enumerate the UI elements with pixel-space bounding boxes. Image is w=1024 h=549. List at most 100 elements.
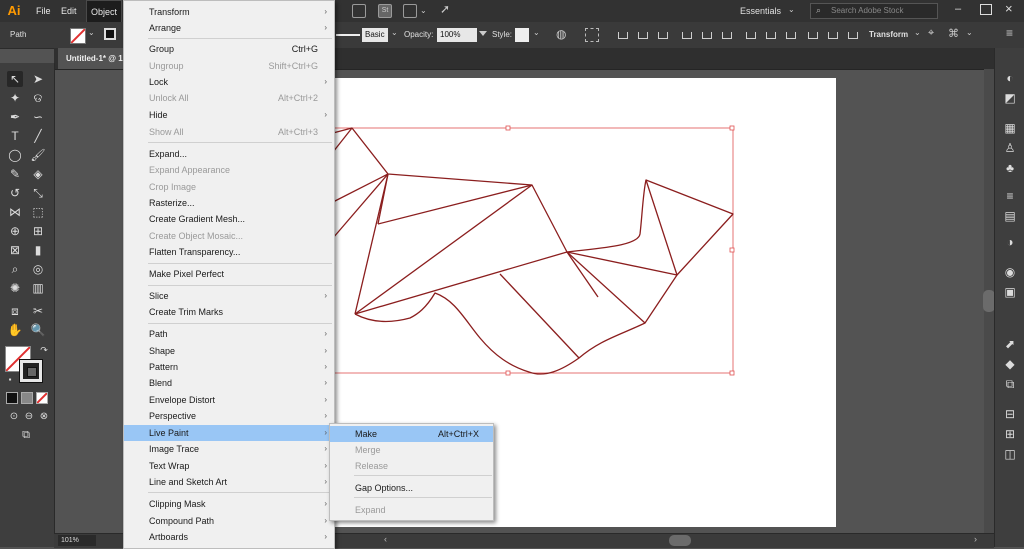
libraries-panel-icon[interactable]: ▦	[1002, 120, 1018, 136]
horizontal-scroll-thumb[interactable]	[669, 535, 691, 546]
none-mode-icon[interactable]	[36, 392, 48, 404]
minimize-icon[interactable]: –	[955, 3, 961, 15]
export-panel-icon[interactable]: ⬈	[1002, 336, 1018, 352]
menu-item-lock[interactable]: Lock ›	[124, 74, 334, 90]
graphic-styles-panel-icon[interactable]: ▣	[1002, 284, 1018, 300]
perspective-grid-tool-icon[interactable]: ⊞	[30, 223, 46, 239]
free-transform-tool-icon[interactable]: ⬚	[30, 204, 46, 220]
menu-item-create-trim-marks[interactable]: Create Trim Marks	[124, 304, 334, 320]
menu-item-slice[interactable]: Slice ›	[124, 288, 334, 304]
gradient-panel-icon[interactable]: ▤	[1002, 208, 1018, 224]
menu-item-perspective[interactable]: Perspective ›	[124, 408, 334, 424]
menu-item-group[interactable]: Group Ctrl+G	[124, 41, 334, 57]
magic-wand-tool-icon[interactable]: ✦	[7, 90, 23, 106]
align-to-selection-icon[interactable]	[585, 28, 599, 42]
stroke-swatch[interactable]	[19, 359, 43, 383]
line-segment-tool-icon[interactable]: ╱	[30, 128, 46, 144]
make-envelope-icon[interactable]: ⌘	[948, 27, 959, 40]
color-mode-icon[interactable]	[6, 392, 18, 404]
draw-normal-icon[interactable]: ⊙	[6, 409, 22, 425]
zoom-level-field[interactable]: 101%	[58, 535, 96, 546]
slice-tool-icon[interactable]: ✂	[30, 303, 46, 319]
default-fill-stroke-icon[interactable]: ▪	[2, 372, 18, 388]
menu-item-envelope-distort[interactable]: Envelope Distort ›	[124, 392, 334, 408]
paintbrush-tool-icon[interactable]: 🖌	[30, 147, 46, 163]
gradient-mode-icon[interactable]	[21, 392, 33, 404]
layers-panel-icon[interactable]: ◩	[1002, 90, 1018, 106]
opacity-field[interactable]: 100%	[437, 28, 477, 42]
menu-item-hide[interactable]: Hide ›	[124, 107, 334, 123]
layers-stack-panel-icon[interactable]: ◆	[1002, 356, 1018, 372]
align-bottom-icon[interactable]	[720, 29, 732, 41]
draw-inside-icon[interactable]: ⊗	[36, 409, 52, 425]
control-bar-menu-icon[interactable]: ≡	[1006, 26, 1013, 40]
menu-item-clipping-mask[interactable]: Clipping Mask ›	[124, 496, 334, 512]
chevron-down-icon[interactable]: ⌄	[391, 28, 398, 37]
document-tab[interactable]: Untitled-1* @ 1	[58, 48, 131, 69]
menu-edit[interactable]: Edit	[61, 0, 77, 22]
menu-item-live-paint[interactable]: Live Paint ›	[124, 425, 334, 441]
symbols-panel-icon[interactable]: ♣	[1002, 160, 1018, 176]
menu-object[interactable]: Object	[86, 0, 123, 24]
submenu-item-gap-options[interactable]: Gap Options...	[330, 480, 493, 496]
shape-builder-tool-icon[interactable]: ⊕	[7, 223, 23, 239]
distribute-horizontal-center-icon[interactable]	[826, 29, 838, 41]
curvature-tool-icon[interactable]: ∽	[30, 109, 46, 125]
fill-color-swatch[interactable]	[70, 28, 86, 44]
isolate-selected-object-icon[interactable]: ⌖	[928, 27, 934, 40]
width-tool-icon[interactable]: ⋈	[7, 204, 23, 220]
mesh-tool-icon[interactable]: ⊠	[7, 242, 23, 258]
selection-tool-icon[interactable]: ↖	[7, 71, 23, 87]
align-horizontal-center-icon[interactable]	[636, 29, 648, 41]
align-left-icon[interactable]	[616, 29, 628, 41]
distribute-vertical-center-icon[interactable]	[764, 29, 776, 41]
column-graph-tool-icon[interactable]: ▥	[30, 280, 46, 296]
hand-tool-icon[interactable]: ✋	[7, 322, 23, 338]
menu-item-shape[interactable]: Shape ›	[124, 343, 334, 359]
symbol-sprayer-tool-icon[interactable]: ✺	[7, 280, 23, 296]
blend-tool-icon[interactable]: ◎	[30, 261, 46, 277]
menu-item-expand[interactable]: Expand...	[124, 146, 334, 162]
submenu-item-make[interactable]: Make Alt+Ctrl+X	[330, 426, 493, 442]
recolor-artwork-icon[interactable]: ◍	[556, 27, 566, 41]
maximize-icon[interactable]	[980, 4, 992, 15]
close-icon[interactable]: ×	[1005, 1, 1013, 16]
gradient-tool-icon[interactable]: ▮	[30, 242, 46, 258]
stroke-color-swatch[interactable]	[104, 28, 116, 40]
menu-item-line-and-sketch-art[interactable]: Line and Sketch Art ›	[124, 474, 334, 490]
menu-item-path[interactable]: Path ›	[124, 326, 334, 342]
scroll-left-icon[interactable]: ‹	[384, 534, 387, 544]
transform-panel-link[interactable]: Transform	[869, 22, 908, 48]
bridge-icon[interactable]	[352, 4, 366, 18]
gpu-performance-icon[interactable]: ➚	[440, 2, 450, 16]
align-right-icon[interactable]	[656, 29, 668, 41]
pathfinder-panel-icon[interactable]: ◫	[1002, 446, 1018, 462]
menu-item-blend[interactable]: Blend ›	[124, 375, 334, 391]
opacity-dropdown-icon[interactable]	[479, 31, 487, 36]
menu-item-make-pixel-perfect[interactable]: Make Pixel Perfect	[124, 266, 334, 282]
type-tool-icon[interactable]: T	[7, 128, 23, 144]
chevron-down-icon[interactable]: ⌄	[788, 5, 795, 14]
draw-behind-icon[interactable]: ⊖	[21, 409, 37, 425]
direct-selection-tool-icon[interactable]: ➤	[30, 71, 46, 87]
artboard-tool-icon[interactable]: ⧈	[7, 303, 23, 319]
eyedropper-tool-icon[interactable]: ⌕	[7, 261, 23, 277]
distribute-right-icon[interactable]	[846, 29, 858, 41]
brushes-panel-icon[interactable]: ♙	[1002, 140, 1018, 156]
graphic-style-swatch[interactable]	[515, 28, 529, 42]
chevron-down-icon[interactable]: ⌄	[966, 28, 973, 37]
distribute-bottom-icon[interactable]	[784, 29, 796, 41]
chevron-down-icon[interactable]: ⌄	[420, 6, 427, 15]
properties-panel-icon[interactable]: ◐	[1002, 70, 1018, 86]
transform-panel-icon[interactable]: ⊞	[1002, 426, 1018, 442]
ellipse-tool-icon[interactable]: ◯	[7, 147, 23, 163]
menu-item-compound-path[interactable]: Compound Path ›	[124, 513, 334, 529]
artboards-panel-icon[interactable]: ⧉	[1002, 376, 1018, 392]
menu-item-rasterize[interactable]: Rasterize...	[124, 195, 334, 211]
appearance-panel-icon[interactable]: ◉	[1002, 264, 1018, 280]
scroll-right-icon[interactable]: ›	[974, 534, 977, 544]
menu-item-flatten-transparency[interactable]: Flatten Transparency...	[124, 244, 334, 260]
stroke-panel-icon[interactable]: ≡	[1002, 188, 1018, 204]
distribute-left-icon[interactable]	[806, 29, 818, 41]
swap-fill-stroke-icon[interactable]: ↷	[36, 342, 52, 358]
